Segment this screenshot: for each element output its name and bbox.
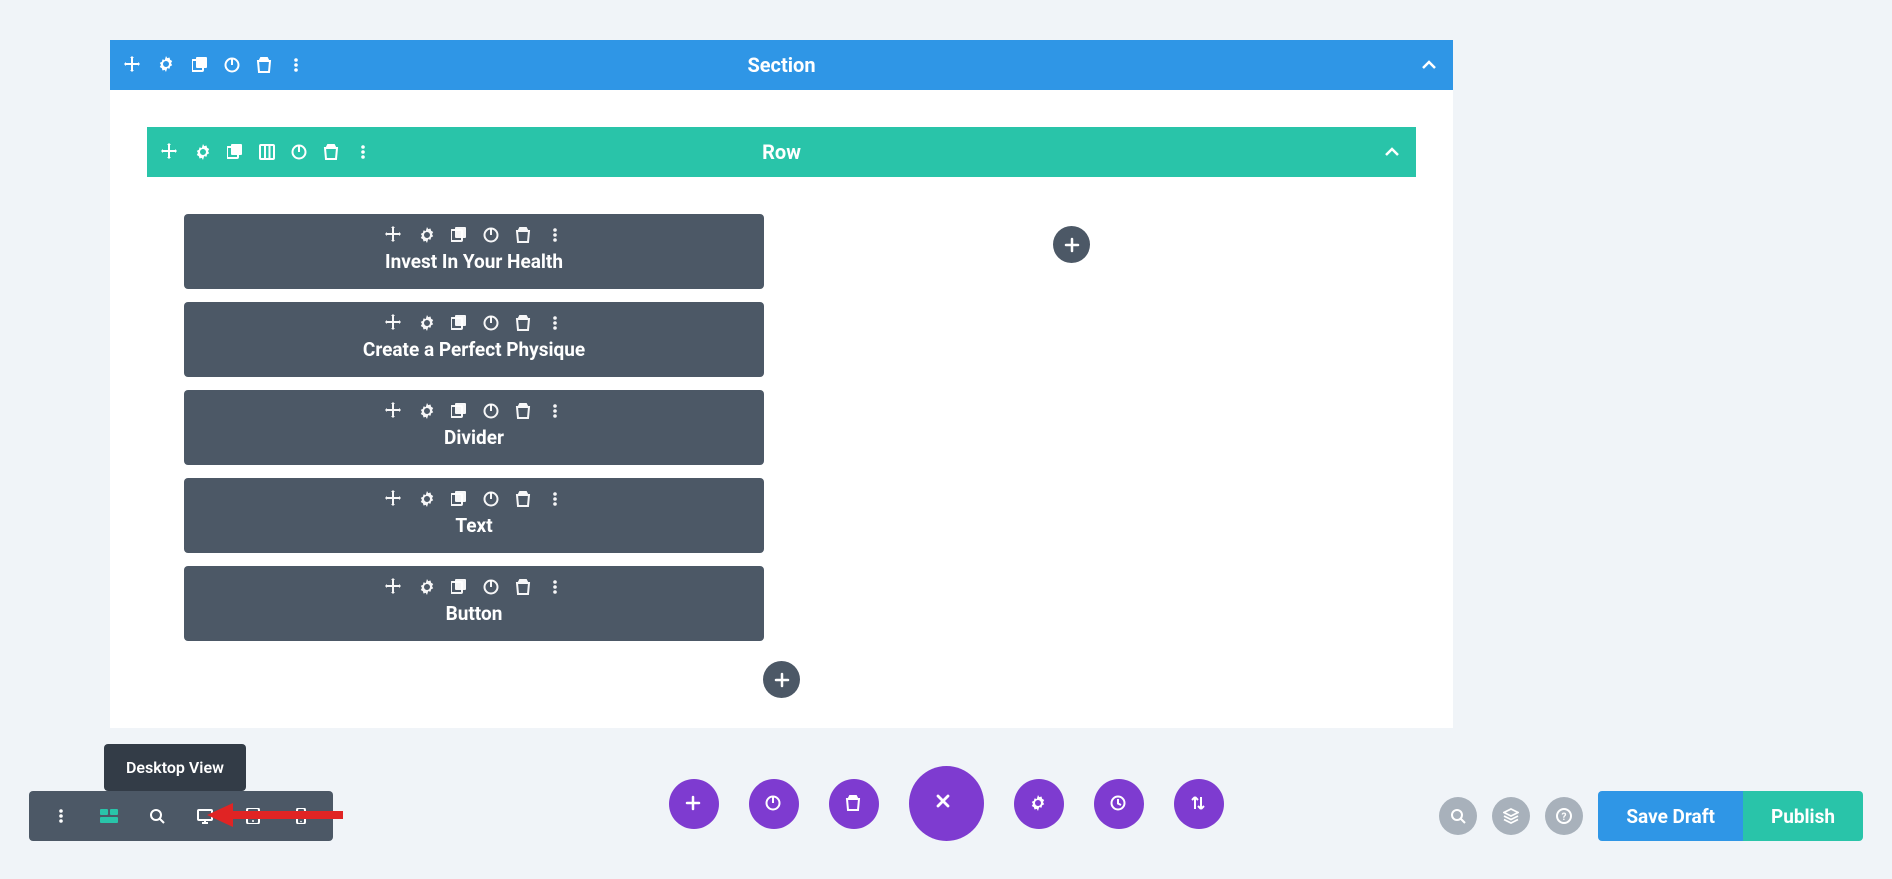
power-icon[interactable] [483, 491, 499, 507]
gear-icon[interactable] [419, 491, 435, 507]
save-draft-button[interactable]: Save Draft [1598, 791, 1743, 841]
power-icon[interactable] [483, 315, 499, 331]
trash-icon[interactable] [515, 403, 531, 419]
columns-icon[interactable] [259, 144, 275, 160]
duplicate-icon[interactable] [227, 144, 243, 160]
more-icon[interactable] [547, 403, 563, 419]
add-module-button[interactable] [1053, 226, 1090, 263]
module-block[interactable]: Button [184, 566, 764, 641]
more-icon[interactable] [37, 791, 85, 841]
view-mode-toolbar [29, 791, 333, 841]
power-icon[interactable] [483, 579, 499, 595]
module-title: Invest In Your Health [385, 250, 563, 273]
gear-icon[interactable] [419, 403, 435, 419]
power-icon[interactable] [224, 57, 240, 73]
zoom-icon[interactable] [133, 791, 181, 841]
wireframe-view-icon[interactable] [85, 791, 133, 841]
module-toolbar [385, 490, 563, 508]
move-icon[interactable] [385, 578, 403, 596]
duplicate-icon[interactable] [451, 491, 467, 507]
section-body: Row Invest In Your Health Create a Perfec… [110, 90, 1453, 728]
move-icon[interactable] [124, 56, 142, 74]
add-module-button[interactable] [763, 661, 800, 698]
duplicate-icon[interactable] [451, 315, 467, 331]
more-icon[interactable] [288, 57, 304, 73]
power-button[interactable] [749, 779, 799, 829]
module-toolbar [385, 578, 563, 596]
more-icon[interactable] [547, 579, 563, 595]
tablet-view-icon[interactable] [229, 791, 277, 841]
power-icon[interactable] [483, 403, 499, 419]
phone-view-icon[interactable] [277, 791, 325, 841]
module-block[interactable]: Text [184, 478, 764, 553]
section-toolbar [124, 56, 304, 74]
builder-canvas: Section Row Invest In Your Health Create … [110, 40, 1453, 728]
module-title: Text [455, 514, 492, 537]
row-toolbar [161, 143, 371, 161]
gear-icon[interactable] [419, 315, 435, 331]
more-icon[interactable] [547, 227, 563, 243]
tooltip-desktop-view: Desktop View [104, 744, 246, 791]
gear-icon[interactable] [419, 579, 435, 595]
duplicate-icon[interactable] [192, 57, 208, 73]
move-icon[interactable] [385, 490, 403, 508]
power-icon[interactable] [291, 144, 307, 160]
sort-button[interactable] [1174, 779, 1224, 829]
layers-button[interactable] [1492, 797, 1530, 835]
more-icon[interactable] [355, 144, 371, 160]
move-icon[interactable] [385, 402, 403, 420]
settings-button[interactable] [1014, 779, 1064, 829]
move-icon[interactable] [385, 314, 403, 332]
trash-icon[interactable] [515, 579, 531, 595]
gear-icon[interactable] [419, 227, 435, 243]
column-2 [764, 214, 1379, 641]
delete-button[interactable] [829, 779, 879, 829]
move-icon[interactable] [161, 143, 179, 161]
section-header: Section [110, 40, 1453, 90]
search-button[interactable] [1439, 797, 1477, 835]
publish-toolbar: Save Draft Publish [1439, 791, 1863, 841]
publish-button[interactable]: Publish [1743, 791, 1863, 841]
row-header: Row [147, 127, 1416, 177]
trash-icon[interactable] [323, 144, 339, 160]
collapse-icon[interactable] [1384, 145, 1402, 159]
module-toolbar [385, 402, 563, 420]
below-row [147, 641, 1416, 728]
duplicate-icon[interactable] [451, 403, 467, 419]
row-body: Invest In Your Health Create a Perfect Ph… [147, 177, 1416, 641]
module-block[interactable]: Divider [184, 390, 764, 465]
column-1: Invest In Your Health Create a Perfect Ph… [184, 214, 764, 641]
gear-icon[interactable] [158, 56, 176, 74]
module-block[interactable]: Invest In Your Health [184, 214, 764, 289]
module-title: Create a Perfect Physique [363, 338, 585, 361]
power-icon[interactable] [483, 227, 499, 243]
add-button[interactable] [669, 779, 719, 829]
more-icon[interactable] [547, 315, 563, 331]
module-title: Button [446, 602, 503, 625]
move-icon[interactable] [385, 226, 403, 244]
history-button[interactable] [1094, 779, 1144, 829]
module-block[interactable]: Create a Perfect Physique [184, 302, 764, 377]
help-button[interactable] [1545, 797, 1583, 835]
module-toolbar [385, 226, 563, 244]
more-icon[interactable] [547, 491, 563, 507]
module-toolbar [385, 314, 563, 332]
module-title: Divider [444, 426, 504, 449]
trash-icon[interactable] [515, 315, 531, 331]
close-button[interactable] [909, 766, 984, 841]
gear-icon[interactable] [195, 144, 211, 160]
trash-icon[interactable] [256, 57, 272, 73]
trash-icon[interactable] [515, 491, 531, 507]
collapse-icon[interactable] [1421, 58, 1439, 72]
section-title: Section [110, 53, 1453, 77]
duplicate-icon[interactable] [451, 227, 467, 243]
trash-icon[interactable] [515, 227, 531, 243]
duplicate-icon[interactable] [451, 579, 467, 595]
desktop-view-icon[interactable] [181, 791, 229, 841]
